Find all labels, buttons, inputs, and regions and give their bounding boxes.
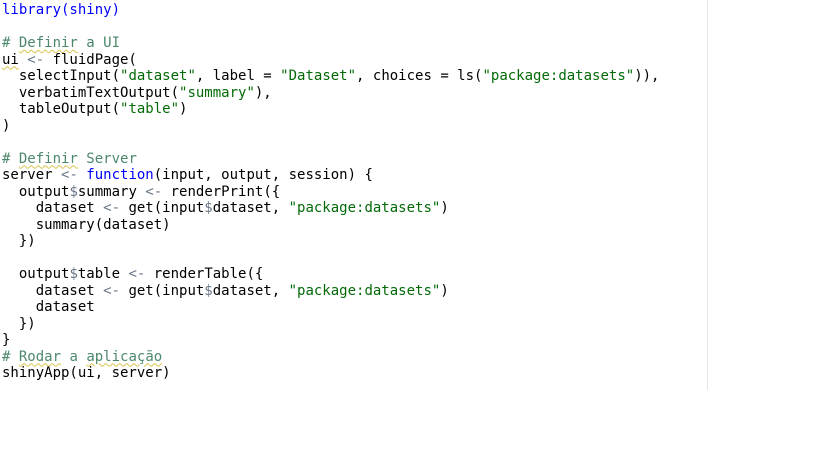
code-token: output [2, 266, 70, 282]
code-token: ) [179, 101, 188, 117]
code-token: fluidPage( [52, 51, 137, 68]
code-comment-token: Definir [18, 35, 78, 51]
code-line[interactable] [2, 134, 659, 151]
code-string-token: "table" [120, 101, 180, 117]
code-comment-token: a UI [77, 35, 121, 51]
code-operator-token: <- [94, 200, 129, 216]
code-line[interactable]: library(shiny) [2, 2, 659, 19]
code-keyword-token: function [86, 167, 154, 183]
print-margin-line [707, 0, 708, 390]
code-token: renderTable({ [153, 266, 264, 282]
code-string-token: "package:datasets" [288, 200, 441, 216]
code-token: table [77, 266, 121, 282]
code-operator-token: $ [204, 282, 213, 299]
code-token: )), [634, 68, 660, 84]
code-comment-token: a [61, 348, 87, 365]
code-keyword-token: library(shiny) [2, 2, 121, 18]
code-token: (input, output, session) { [153, 167, 373, 183]
code-comment-token: Rodar [18, 348, 62, 365]
code-line[interactable]: tableOutput("table") [2, 101, 659, 118]
code-line[interactable]: dataset <- get(input$dataset, "package:d… [2, 200, 659, 217]
code-line[interactable] [2, 19, 659, 36]
code-string-token: "Dataset" [280, 68, 357, 84]
code-comment-token: aplicação [86, 348, 163, 365]
code-token: ), [254, 84, 272, 101]
code-line[interactable]: ) [2, 118, 659, 135]
code-line[interactable]: dataset <- get(input$dataset, "package:d… [2, 283, 659, 300]
code-line[interactable]: shinyApp(ui, server) [2, 365, 659, 382]
code-comment-token: # [2, 35, 19, 51]
code-token: ui [2, 51, 19, 68]
code-string-token: "package:datasets" [288, 282, 441, 299]
code-operator-token: <- [136, 183, 171, 200]
code-line[interactable]: # Rodar a aplicação [2, 349, 659, 366]
code-line[interactable]: ui <- fluidPage( [2, 52, 659, 69]
code-token: dataset [2, 299, 95, 315]
code-line[interactable]: }) [2, 316, 659, 333]
code-content[interactable]: library(shiny) # Definir a UI ui <- fluidP… [2, 2, 659, 382]
code-token: summary [77, 183, 137, 200]
code-token: server [2, 167, 53, 183]
code-token: ) [2, 117, 11, 134]
code-operator-token: <- [94, 282, 129, 299]
code-token: dataset, [212, 200, 289, 216]
code-comment-token: # [2, 348, 19, 365]
code-token: output [2, 183, 70, 200]
code-token: }) [2, 233, 36, 249]
code-line[interactable]: output$summary <- renderPrint({ [2, 184, 659, 201]
code-token: }) [2, 315, 36, 332]
code-line[interactable]: server <- function(input, output, sessio… [2, 167, 659, 184]
code-token: dataset [2, 200, 95, 216]
code-line[interactable]: output$table <- renderTable({ [2, 266, 659, 283]
code-line[interactable]: } [2, 332, 659, 349]
code-operator-token: $ [69, 183, 78, 200]
code-token: tableOutput( [2, 101, 121, 117]
code-token: selectInput( [2, 68, 121, 84]
code-token: } [2, 332, 11, 348]
code-string-token: "summary" [179, 84, 255, 101]
code-token: dataset, [212, 282, 289, 299]
code-token: ) [440, 282, 449, 299]
code-comment-token: Server [77, 150, 137, 167]
code-token: shinyApp(ui, server) [2, 365, 171, 381]
code-operator-token: $ [69, 266, 78, 282]
code-operator-token: $ [204, 200, 213, 216]
code-line[interactable]: dataset [2, 299, 659, 316]
code-token: , choices = ls( [356, 68, 483, 84]
code-line[interactable]: selectInput("dataset", label = "Dataset"… [2, 68, 660, 85]
code-comment-token: # [2, 150, 19, 167]
code-string-token: "dataset" [120, 68, 196, 84]
code-token: ) [440, 200, 449, 216]
code-operator-token: <- [120, 266, 154, 282]
code-line[interactable]: # Definir Server [2, 151, 659, 168]
code-line[interactable]: # Definir a UI [2, 35, 659, 52]
code-operator-token: <- [52, 167, 87, 183]
code-string-token: "package:datasets" [482, 68, 635, 84]
code-token: get(input [128, 200, 205, 216]
code-line[interactable]: summary(dataset) [2, 217, 659, 234]
code-token: verbatimTextOutput( [2, 84, 180, 101]
code-line[interactable]: verbatimTextOutput("summary"), [2, 85, 659, 102]
code-token: dataset [2, 282, 95, 299]
code-token: get(input [128, 282, 205, 299]
code-operator-token: <- [18, 51, 53, 68]
code-token: renderPrint({ [170, 183, 281, 200]
code-token: , label = [195, 68, 281, 84]
code-token: summary(dataset) [2, 216, 171, 233]
code-line[interactable] [2, 250, 659, 267]
code-editor[interactable]: library(shiny) # Definir a UI ui <- fluidP… [0, 0, 819, 460]
code-comment-token: Definir [18, 150, 78, 167]
code-line[interactable]: }) [2, 233, 659, 250]
